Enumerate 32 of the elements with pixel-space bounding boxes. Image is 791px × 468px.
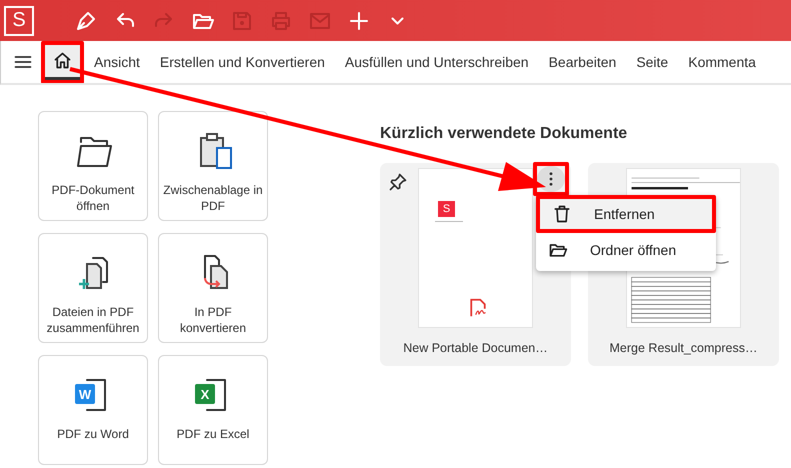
pin-icon[interactable] xyxy=(388,172,408,192)
tile-label: Dateien in PDF zusammenführen xyxy=(46,304,140,336)
text-line xyxy=(435,221,463,222)
tile-label: PDF zu Word xyxy=(57,426,129,442)
menu-tab[interactable]: Erstellen und Konvertieren xyxy=(150,42,335,82)
menu-tab[interactable]: Bearbeiten xyxy=(538,42,626,82)
section-heading: Kürzlich verwendete Dokumente xyxy=(380,125,628,143)
app-logo: S xyxy=(4,6,34,36)
home-icon xyxy=(52,50,73,71)
tile-label: Zwischenablage in PDF xyxy=(163,182,263,214)
trash-icon xyxy=(552,204,572,224)
tile-label: PDF-Dokument öffnen xyxy=(50,182,136,214)
menu-tab[interactable]: Kommenta xyxy=(678,42,766,82)
menu-tab[interactable]: Ansicht xyxy=(84,42,150,82)
menu-tab[interactable]: Ausfüllen und Unterschreiben xyxy=(334,42,539,82)
dots-icon xyxy=(549,172,553,186)
tool-tile[interactable]: Dateien in PDF zusammenführen xyxy=(38,233,148,343)
tile-label: In PDF konvertieren xyxy=(178,304,248,336)
tool-tile[interactable]: W PDF zu Word xyxy=(38,355,148,465)
menu-item[interactable]: Entfernen xyxy=(540,199,712,229)
tile-label: PDF zu Excel xyxy=(176,426,250,442)
signature-icon xyxy=(469,298,487,318)
tool-tile[interactable]: PDF-Dokument öffnen xyxy=(38,111,148,221)
tool-tile[interactable]: Zwischenablage in PDF xyxy=(158,111,268,221)
document-logo: S xyxy=(438,201,455,217)
document-name: Merge Result_compress… xyxy=(610,341,758,355)
document-name: New Portable Documen… xyxy=(403,341,548,355)
tool-tile[interactable]: X PDF zu Excel xyxy=(158,355,268,465)
document-card[interactable]: S New Portable Documen… xyxy=(380,163,571,366)
tool-tile[interactable]: In PDF konvertieren xyxy=(158,233,268,343)
menu-tab[interactable]: Seite xyxy=(626,42,678,82)
chevron-down-icon xyxy=(391,16,404,24)
